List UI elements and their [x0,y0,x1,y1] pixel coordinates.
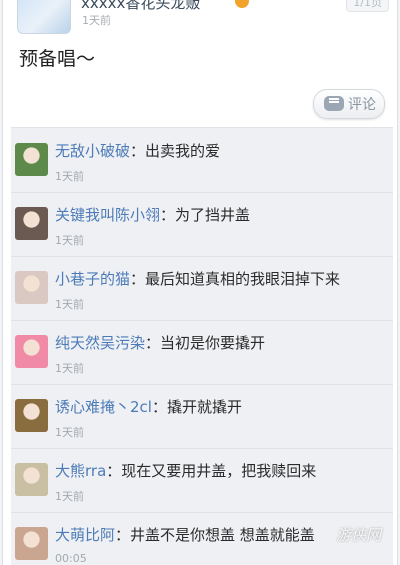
author-avatar[interactable] [17,0,71,34]
comment-text-line: 大熊rra：现在又要用井盖，把我赎回来 [55,460,316,481]
comment-body: 当初是你要撬开 [160,334,266,352]
commenter-name[interactable]: 诱心难掩丶2cl [55,398,152,416]
comment-time: 1天前 [55,426,84,439]
comment-text-line: 小巷子的猫：最后知道真相的我眼泪掉下来 [55,268,340,289]
comment-separator: ： [130,142,146,160]
comment-text-line: 无敌小破破：出卖我的爱 [55,140,220,161]
page-tag: 1/1页 [346,0,389,12]
post-header: xxxxx香花头龙贩 1天前 1/1页 [3,0,397,36]
commenter-avatar[interactable] [15,335,48,368]
comment-item[interactable]: 关键我叫陈小翎：为了挡井盖 1天前 [11,192,393,257]
comment-time: 1天前 [55,170,84,183]
commenter-avatar[interactable] [15,399,48,432]
commenter-avatar[interactable] [15,271,48,304]
commenter-avatar[interactable] [15,463,48,496]
comment-time: 1天前 [55,298,84,311]
comment-text-line: 纯天然吴污染：当初是你要撬开 [55,332,265,353]
commenter-name[interactable]: 纯天然吴污染 [55,334,145,352]
commenter-name[interactable]: 大熊rra [55,462,106,480]
commenter-name[interactable]: 关键我叫陈小翎 [55,206,160,224]
commenter-name[interactable]: 小巷子的猫 [55,270,130,288]
comment-separator: ： [115,526,131,544]
comment-body: 井盖不是你想盖 想盖就能盖 [130,526,315,544]
comment-text-line: 关键我叫陈小翎：为了挡井盖 [55,204,250,225]
comment-item[interactable]: 纯天然吴污染：当初是你要撬开 1天前 [11,320,393,385]
comment-body: 撬开就撬开 [166,398,242,416]
comment-button[interactable]: 评论 [313,89,385,119]
commenter-avatar[interactable] [15,143,48,176]
commenter-name[interactable]: 无敌小破破 [55,142,130,160]
comment-text-line: 诱心难掩丶2cl：撬开就撬开 [55,396,242,417]
comment-separator: ： [145,334,161,352]
comment-time: 1天前 [55,362,84,375]
comment-button-label: 评论 [348,97,376,113]
comment-body: 最后知道真相的我眼泪掉下来 [145,270,341,288]
comment-separator: ： [160,206,176,224]
post-card: xxxxx香花头龙贩 1天前 1/1页 预备唱～ 评论 无敌小破破：出卖我的爱 1… [2,0,398,565]
comment-body: 现在又要用井盖，把我赎回来 [121,462,317,480]
watermark-logo: 游侠网 [336,526,382,544]
commenter-avatar[interactable] [15,527,48,560]
comment-text-line: 大萌比阿：井盖不是你想盖 想盖就能盖 [55,524,315,545]
comment-separator: ： [151,398,167,416]
post-content: 预备唱～ [19,48,96,70]
comment-time: 00:05 [55,552,87,565]
comment-time: 1天前 [55,490,84,503]
comment-separator: ： [106,462,122,480]
comment-bubble-icon [324,96,344,111]
comment-time: 1天前 [55,234,84,247]
commenter-avatar[interactable] [15,207,48,240]
comment-body: 出卖我的爱 [145,142,221,160]
comment-item[interactable]: 小巷子的猫：最后知道真相的我眼泪掉下来 1天前 [11,256,393,321]
vip-badge-icon [235,0,249,8]
comment-item[interactable]: 大熊rra：现在又要用井盖，把我赎回来 1天前 [11,448,393,513]
commenter-name[interactable]: 大萌比阿 [55,526,115,544]
post-time: 1天前 [82,14,111,27]
comment-body: 为了挡井盖 [175,206,251,224]
comment-list: 无敌小破破：出卖我的爱 1天前 关键我叫陈小翎：为了挡井盖 1天前 小巷子的猫：最后知道… [11,127,393,565]
comment-item[interactable]: 无敌小破破：出卖我的爱 1天前 [11,128,393,193]
comment-separator: ： [130,270,146,288]
comment-item[interactable]: 诱心难掩丶2cl：撬开就撬开 1天前 [11,384,393,449]
